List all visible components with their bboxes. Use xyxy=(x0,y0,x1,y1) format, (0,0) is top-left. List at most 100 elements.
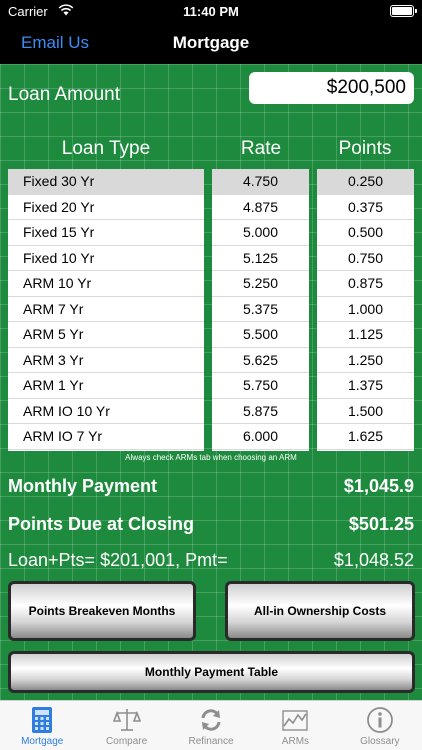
points-row-text: 1.500 xyxy=(347,402,384,419)
ownership-costs-button[interactable]: All-in Ownership Costs xyxy=(225,581,415,641)
tab-label: Glossary xyxy=(360,736,400,747)
arm-note: Always check ARMs tab when choosing an A… xyxy=(125,453,297,462)
loan-type-row[interactable]: ARM 3 Yr xyxy=(8,348,204,373)
loan-type-row[interactable]: ARM 10 Yr xyxy=(8,271,204,297)
loan-type-row-text: Fixed 20 Yr xyxy=(23,198,95,215)
refresh-icon xyxy=(201,709,221,731)
points-row[interactable]: 0.500 xyxy=(317,220,414,246)
tab-compare[interactable]: Compare xyxy=(84,701,168,750)
monthly-payment-value: $1,045.9 xyxy=(343,476,414,496)
loan-amount-label: Loan Amount xyxy=(8,84,120,105)
points-row-text: 0.500 xyxy=(347,224,384,241)
rate-header: Rate xyxy=(240,138,282,159)
tab-arms[interactable]: ARMs xyxy=(253,701,337,750)
points-due-label: Points Due at Closing xyxy=(8,514,195,534)
rate-row[interactable]: 5.375 xyxy=(212,297,309,322)
points-row-text: 1.125 xyxy=(347,326,384,343)
loan-type-row-text: ARM IO 7 Yr xyxy=(23,428,103,445)
rate-row[interactable]: 5.875 xyxy=(212,399,309,424)
rate-row-text: 4.875 xyxy=(242,198,279,215)
points-breakeven-button[interactable]: Points Breakeven Months xyxy=(8,581,196,641)
scale-icon xyxy=(112,709,141,731)
points-row-text: 0.375 xyxy=(347,198,384,215)
tab-refinance[interactable]: Refinance xyxy=(169,701,253,750)
loan-type-row[interactable]: Fixed 30 Yr xyxy=(8,169,204,195)
loan-type-row[interactable]: Fixed 15 Yr xyxy=(8,220,204,246)
loan-plus-points-label: Loan+Pts= $201,001, Pmt= xyxy=(8,550,228,570)
tab-bar: Mortgage Compare Refinance ARMs Glossary xyxy=(0,700,422,750)
mortgage-panel: Loan Amount Loan Type Rate Points Fixed … xyxy=(0,64,422,700)
points-row[interactable]: 1.125 xyxy=(317,322,414,348)
points-row-text: 1.250 xyxy=(347,351,384,368)
loan-type-header: Loan Type xyxy=(61,138,151,159)
status-bar: Carrier 11:40 PM xyxy=(0,0,422,24)
points-row[interactable]: 0.250 xyxy=(317,169,414,195)
loan-type-row-text: ARM 7 Yr xyxy=(23,300,84,317)
tab-label: ARMs xyxy=(281,736,310,747)
points-row[interactable]: 0.375 xyxy=(317,195,414,220)
rate-row[interactable]: 5.625 xyxy=(212,348,309,373)
points-row[interactable]: 1.625 xyxy=(317,424,414,450)
points-row-text: 0.750 xyxy=(347,249,384,266)
points-row[interactable]: 1.500 xyxy=(317,399,414,424)
monthly-payment-table-button[interactable]: Monthly Payment Table xyxy=(8,651,415,693)
rate-row[interactable]: 5.125 xyxy=(212,246,309,271)
loan-type-list[interactable]: Fixed 30 Yr Fixed 20 Yr Fixed 15 Yr Fixed 1… xyxy=(8,169,204,451)
rate-row[interactable]: 4.750 xyxy=(212,169,309,195)
points-row[interactable]: 0.750 xyxy=(317,246,414,271)
loan-type-row[interactable]: Fixed 20 Yr xyxy=(8,195,204,220)
battery-icon xyxy=(390,5,417,17)
rate-row[interactable]: 4.875 xyxy=(212,195,309,220)
points-row[interactable]: 1.000 xyxy=(317,297,414,322)
points-row[interactable]: 1.250 xyxy=(317,348,414,373)
loan-type-row-text: ARM 3 Yr xyxy=(23,351,84,368)
rate-row-text: 6.000 xyxy=(242,428,279,445)
tab-label: Mortgage xyxy=(21,736,64,747)
rate-row-text: 5.500 xyxy=(242,326,279,343)
loan-type-row-text: ARM 5 Yr xyxy=(23,326,84,343)
loan-type-row[interactable]: ARM 7 Yr xyxy=(8,297,204,322)
points-row-text: 1.625 xyxy=(347,428,384,445)
chart-icon xyxy=(282,710,309,731)
rate-row[interactable]: 6.000 xyxy=(212,424,309,450)
points-due-value: $501.25 xyxy=(348,514,414,534)
tab-glossary[interactable]: Glossary xyxy=(338,701,422,750)
points-row-text: 1.375 xyxy=(347,377,384,394)
info-icon xyxy=(366,707,393,733)
loan-type-row[interactable]: ARM IO 7 Yr xyxy=(8,424,204,450)
points-row-text: 1.000 xyxy=(347,300,384,317)
rate-row-text: 5.625 xyxy=(242,351,279,368)
tab-mortgage[interactable]: Mortgage xyxy=(0,701,84,750)
loan-type-row-text: ARM 1 Yr xyxy=(23,377,84,394)
rate-row-text: 5.000 xyxy=(242,224,279,241)
loan-type-row[interactable]: Fixed 10 Yr xyxy=(8,246,204,271)
page-title: Mortgage xyxy=(172,33,250,52)
tab-label: Refinance xyxy=(188,736,234,747)
loan-type-row-text: Fixed 30 Yr xyxy=(23,173,95,190)
loan-type-row-text: ARM 10 Yr xyxy=(23,275,92,292)
rate-row[interactable]: 5.500 xyxy=(212,322,309,348)
calculator-icon xyxy=(32,707,53,733)
rate-row-text: 5.750 xyxy=(242,377,279,394)
loan-type-row-text: Fixed 10 Yr xyxy=(23,249,95,266)
points-row[interactable]: 0.875 xyxy=(317,271,414,297)
loan-type-row-text: Fixed 15 Yr xyxy=(23,224,95,241)
rate-list[interactable]: 4.750 4.875 5.000 5.125 5.250 5.375 5.500 5.625… xyxy=(212,169,309,451)
loan-type-row[interactable]: ARM 5 Yr xyxy=(8,322,204,348)
points-row[interactable]: 1.375 xyxy=(317,373,414,399)
loan-type-row-text: ARM IO 10 Yr xyxy=(23,402,110,419)
clock: 11:40 PM xyxy=(183,4,239,19)
loan-amount-input[interactable] xyxy=(249,72,414,104)
rate-row[interactable]: 5.250 xyxy=(212,271,309,297)
points-list[interactable]: 0.250 0.375 0.500 0.750 0.875 1.000 1.125 1.250… xyxy=(317,169,414,451)
loan-plus-points-payment: $1,048.52 xyxy=(333,550,414,570)
points-row-text: 0.250 xyxy=(347,173,384,190)
rate-row[interactable]: 5.750 xyxy=(212,373,309,399)
rate-row-text: 5.125 xyxy=(242,249,279,266)
loan-type-row[interactable]: ARM IO 10 Yr xyxy=(8,399,204,424)
loan-type-row[interactable]: ARM 1 Yr xyxy=(8,373,204,399)
rate-row-text: 5.250 xyxy=(242,275,279,292)
points-header: Points xyxy=(338,138,392,159)
points-row-text: 0.875 xyxy=(347,275,384,292)
rate-row[interactable]: 5.000 xyxy=(212,220,309,246)
